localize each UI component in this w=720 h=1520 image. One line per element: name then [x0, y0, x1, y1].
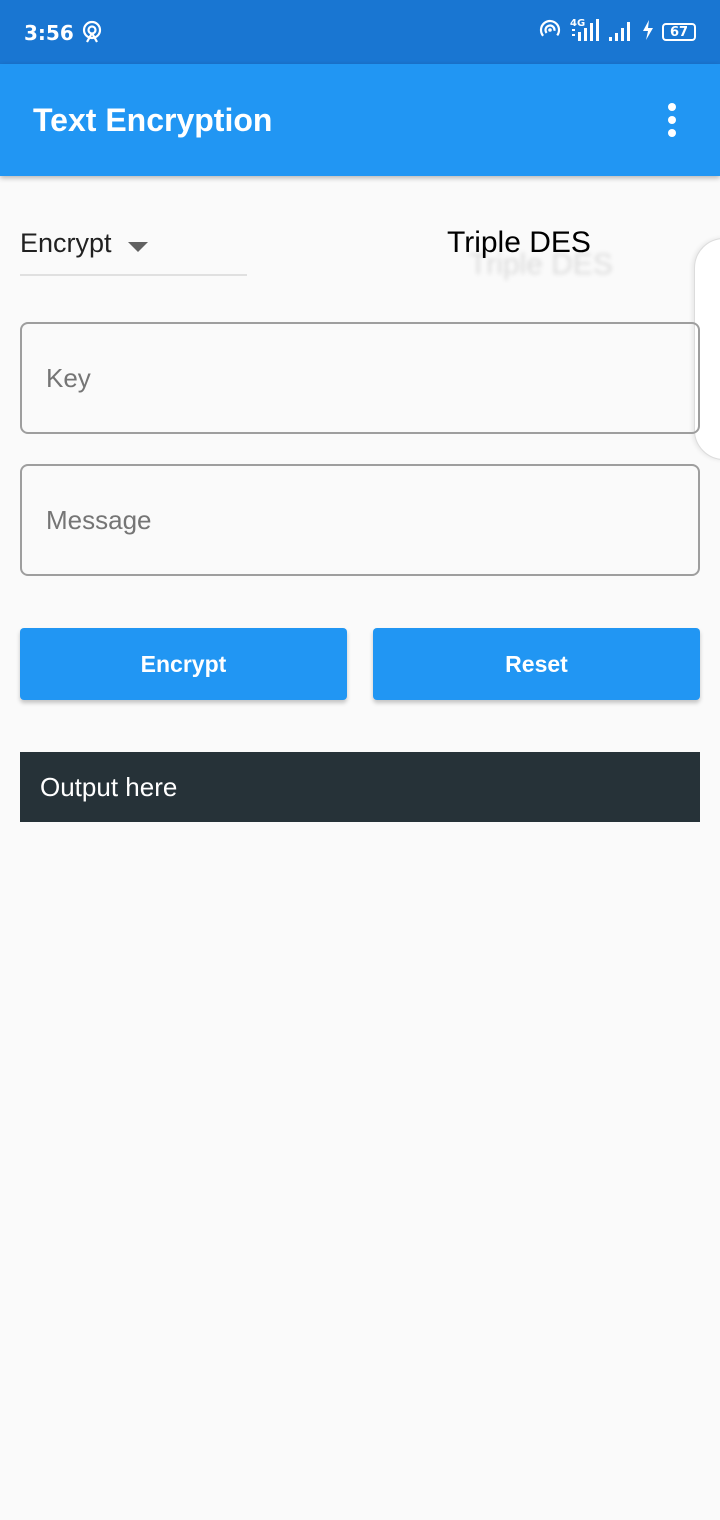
more-vert-icon[interactable] — [652, 100, 692, 140]
charging-icon — [642, 19, 654, 45]
encrypt-button-label: Encrypt — [140, 650, 227, 677]
reset-button[interactable]: Reset — [373, 628, 700, 700]
status-bar: 3:56 4G 67 — [0, 0, 720, 64]
arrow-drop-down-icon — [128, 239, 148, 257]
status-time: 3:56 — [24, 21, 74, 45]
output-box: Output here — [20, 752, 700, 822]
mode-dropdown[interactable]: Encrypt — [20, 220, 247, 276]
battery-icon: 67 — [662, 23, 696, 41]
signal-4g-icon: 4G — [570, 17, 600, 48]
mode-dropdown-value: Encrypt — [20, 228, 112, 258]
wireless-icon — [538, 18, 562, 47]
reset-button-label: Reset — [505, 650, 568, 677]
algorithm-label: Triple DES — [447, 226, 591, 259]
hotspot-icon — [80, 20, 104, 49]
message-input[interactable] — [20, 464, 700, 576]
battery-level: 67 — [669, 24, 689, 40]
status-icons: 4G 67 — [538, 18, 696, 46]
app-bar: Text Encryption — [0, 64, 720, 176]
key-input[interactable] — [20, 322, 700, 434]
output-text: Output here — [40, 771, 178, 802]
signal-icon — [608, 18, 634, 47]
network-type-label: 4G — [570, 18, 585, 29]
app-title: Text Encryption — [33, 102, 273, 138]
encrypt-button[interactable]: Encrypt — [20, 628, 347, 700]
